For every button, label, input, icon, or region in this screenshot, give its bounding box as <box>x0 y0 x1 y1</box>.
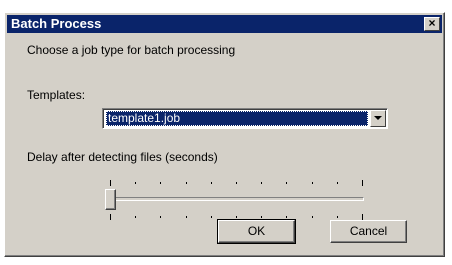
delay-label: Delay after detecting files (seconds) <box>27 150 218 164</box>
slider-ticks-top <box>110 180 363 186</box>
delay-slider[interactable] <box>100 178 370 220</box>
close-icon: × <box>428 16 436 30</box>
slider-thumb[interactable] <box>105 189 116 210</box>
templates-selected-value: template1.job <box>106 111 368 126</box>
templates-dropdown[interactable]: template1.job <box>102 108 388 129</box>
title-bar[interactable]: Batch Process × <box>7 15 442 33</box>
ok-button[interactable]: OK <box>217 219 296 244</box>
chevron-down-icon <box>374 116 382 120</box>
templates-label: Templates: <box>27 88 86 102</box>
window-title: Batch Process <box>11 16 102 31</box>
dropdown-button[interactable] <box>370 110 386 127</box>
slider-track <box>108 197 364 201</box>
close-button[interactable]: × <box>424 17 440 31</box>
instructions-text: Choose a job type for batch processing <box>27 43 236 57</box>
cancel-button[interactable]: Cancel <box>330 220 407 243</box>
